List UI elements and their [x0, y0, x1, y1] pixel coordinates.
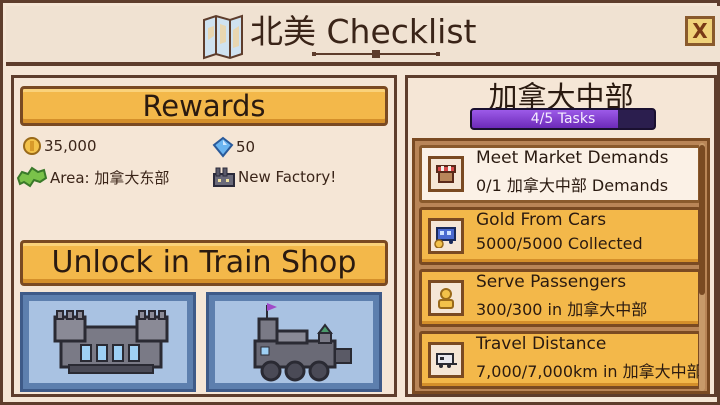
- market-stall-icon: [428, 156, 464, 192]
- blue-gem-icon: [212, 136, 234, 158]
- title-divider: [312, 50, 440, 58]
- task-name: Meet Market Demands: [476, 148, 669, 168]
- reward-gems: 50: [212, 136, 255, 158]
- train-card-background: [29, 301, 187, 383]
- reward-area-label: Area: 加拿大东部: [50, 168, 170, 187]
- map-region-icon: [16, 166, 48, 188]
- reward-factory: New Factory!: [212, 166, 336, 188]
- scroll-thumb[interactable]: [699, 145, 705, 295]
- page-title: 北美 Checklist: [250, 12, 477, 51]
- tasks-panel: 加拿大中部 4/5 Tasks Meet Market Demands 0/1 …: [405, 75, 717, 397]
- reward-area: Area: 加拿大东部: [16, 166, 169, 188]
- reward-gold: 35,000: [22, 136, 97, 156]
- task-name: Travel Distance: [476, 334, 607, 354]
- station-train-icon: [53, 310, 169, 374]
- rewards-panel: Rewards 35,000 50 Area: 加拿大东部 New Factor…: [11, 75, 397, 397]
- task-progress: 5000/5000 Collected: [476, 234, 643, 253]
- checklist-window: 北美 Checklist X Rewards 35,000 50 Area: 加…: [0, 0, 720, 405]
- task-item-serve-passengers[interactable]: Serve Passengers 300/300 in 加拿大中部: [419, 269, 701, 327]
- passenger-icon: [428, 280, 464, 316]
- task-list: Meet Market Demands 0/1 加拿大中部 Demands Go…: [412, 138, 710, 394]
- task-progress: 0/1 加拿大中部 Demands: [476, 176, 669, 195]
- reward-factory-label: New Factory!: [238, 168, 337, 186]
- tasks-progress-bar: 4/5 Tasks: [470, 108, 656, 130]
- task-name: Serve Passengers: [476, 272, 627, 292]
- reward-gold-amount: 35,000: [44, 137, 97, 155]
- task-name: Gold From Cars: [476, 210, 607, 230]
- train-distance-icon: [428, 342, 464, 378]
- rewards-banner: Rewards: [20, 86, 388, 126]
- factory-icon: [213, 167, 235, 187]
- task-item-travel-distance[interactable]: Travel Distance 7,000/7,000km in 加拿大中部: [419, 331, 703, 389]
- unlock-banner: Unlock in Train Shop: [20, 240, 388, 286]
- task-list-scrollbar[interactable]: [699, 143, 705, 391]
- train-card-background: [215, 301, 373, 383]
- close-button[interactable]: X: [685, 16, 715, 46]
- task-item-meet-market-demands[interactable]: Meet Market Demands 0/1 加拿大中部 Demands: [419, 145, 701, 203]
- train-card-locomotive[interactable]: [206, 292, 382, 392]
- tasks-progress-label: 4/5 Tasks: [530, 111, 596, 127]
- task-progress: 300/300 in 加拿大中部: [476, 300, 648, 319]
- map-icon: [203, 14, 243, 60]
- train-car-coin-icon: [428, 218, 464, 254]
- reward-gems-amount: 50: [236, 138, 256, 156]
- steam-locomotive-icon: [253, 303, 352, 382]
- header: 北美 Checklist X: [6, 6, 720, 66]
- train-card-station[interactable]: [20, 292, 196, 392]
- task-item-gold-from-cars[interactable]: Gold From Cars 5000/5000 Collected: [419, 207, 701, 265]
- task-progress: 7,000/7,000km in 加拿大中部: [476, 362, 703, 381]
- gold-coin-icon: [23, 137, 41, 155]
